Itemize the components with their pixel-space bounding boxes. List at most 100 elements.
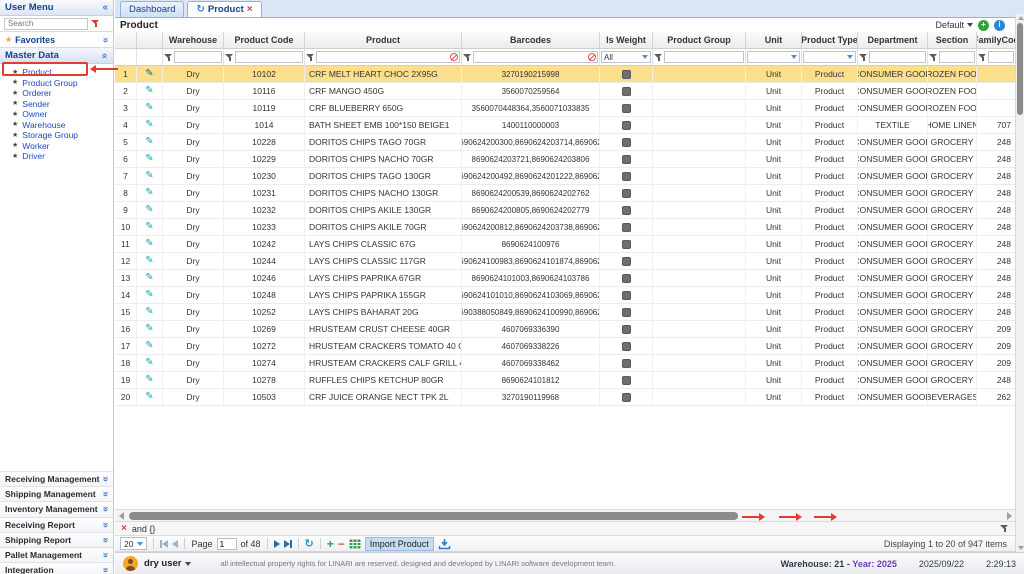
sidebar-item[interactable]: ★ Worker — [0, 141, 113, 152]
is-weight-checkbox[interactable] — [622, 189, 631, 198]
family-code-filter-input[interactable] — [988, 51, 1014, 63]
table-row[interactable]: 4 ✎ Dry 1014 BATH SHEET EMB 100*150 BEIG… — [115, 117, 1016, 134]
sidebar-item[interactable]: ★ Product — [0, 67, 113, 78]
table-row[interactable]: 12 ✎ Dry 10244 LAYS CHIPS CLASSIC 117GR … — [115, 253, 1016, 270]
edit-row-icon[interactable]: ✎ — [145, 171, 153, 181]
table-row[interactable]: 15 ✎ Dry 10252 LAYS CHIPS BAHARAT 20G 46… — [115, 304, 1016, 321]
is-weight-checkbox[interactable] — [622, 308, 631, 317]
filter-funnel-icon[interactable] — [654, 53, 663, 62]
warehouse-filter-input[interactable] — [174, 51, 222, 63]
edit-row-icon[interactable]: ✎ — [145, 137, 153, 147]
edit-row-icon[interactable]: ✎ — [145, 290, 153, 300]
col-header-family-code[interactable]: FamilyCod — [977, 32, 1016, 48]
sidebar-item[interactable]: ★ Owner — [0, 109, 113, 120]
edit-row-icon[interactable]: ✎ — [145, 324, 153, 334]
filter-funnel-icon[interactable] — [225, 53, 234, 62]
sidebar-item[interactable]: ★ Warehouse — [0, 120, 113, 131]
table-row[interactable]: 20 ✎ Dry 10503 CRF JUICE ORANGE NECT TPK… — [115, 389, 1016, 406]
accordion-header[interactable]: Inventory Management » — [0, 501, 113, 516]
import-file-icon[interactable] — [438, 538, 451, 550]
is-weight-checkbox[interactable] — [622, 155, 631, 164]
clear-filters-icon[interactable]: × — [121, 523, 127, 534]
is-weight-checkbox[interactable] — [622, 291, 631, 300]
import-product-button[interactable]: Import Product — [365, 537, 434, 551]
col-header-product-type[interactable]: Product Type — [802, 32, 858, 48]
accordion-header[interactable]: Receiving Management » — [0, 471, 113, 486]
refresh-tab-icon[interactable]: ↻ — [196, 4, 204, 15]
accordion-header[interactable]: Receiving Report » — [0, 517, 113, 532]
edit-row-icon[interactable]: ✎ — [145, 307, 153, 317]
edit-row-icon[interactable]: ✎ — [145, 120, 153, 130]
col-header-product[interactable]: Product — [305, 32, 462, 48]
edit-row-icon[interactable]: ✎ — [145, 256, 153, 266]
section-filter-input[interactable] — [939, 51, 975, 63]
edit-row-icon[interactable]: ✎ — [145, 341, 153, 351]
table-row[interactable]: 18 ✎ Dry 10274 HRUSTEAM CRACKERS CALF GR… — [115, 355, 1016, 372]
is-weight-checkbox[interactable] — [622, 206, 631, 215]
chevron-down-icon[interactable]: » — [100, 37, 110, 43]
product-group-filter-input[interactable] — [664, 51, 744, 63]
is-weight-checkbox[interactable] — [622, 342, 631, 351]
edit-row-icon[interactable]: ✎ — [145, 222, 153, 232]
edit-row-icon[interactable]: ✎ — [145, 358, 153, 368]
table-row[interactable]: 2 ✎ Dry 10116 CRF MANGO 450G 35600702595… — [115, 83, 1016, 100]
edit-row-icon[interactable]: ✎ — [145, 205, 153, 215]
user-menu-button[interactable]: dry user — [144, 558, 191, 569]
chevron-down-icon[interactable]: » — [100, 567, 110, 573]
table-row[interactable]: 16 ✎ Dry 10269 HRUSTEAM CRUST CHEESE 40G… — [115, 321, 1016, 338]
is-weight-checkbox[interactable] — [622, 172, 631, 181]
col-header-product-group[interactable]: Product Group — [653, 32, 746, 48]
sidebar-item[interactable]: ★ Storage Group — [0, 130, 113, 141]
product-filter-input[interactable] — [316, 51, 460, 63]
col-header-barcodes[interactable]: Barcodes — [462, 32, 600, 48]
clear-search-filter-icon[interactable] — [91, 19, 100, 28]
barcodes-filter-input[interactable] — [473, 51, 598, 63]
collapse-sidebar-icon[interactable]: « — [102, 3, 108, 13]
edit-row-icon[interactable]: ✎ — [145, 273, 153, 283]
scroll-down-icon[interactable] — [1018, 546, 1024, 550]
edit-row-icon[interactable]: ✎ — [145, 188, 153, 198]
edit-row-icon[interactable]: ✎ — [145, 392, 153, 402]
chevron-down-icon[interactable]: » — [100, 552, 110, 558]
scroll-right-icon[interactable] — [1007, 512, 1012, 520]
previous-page-button[interactable] — [172, 540, 178, 548]
accordion-header[interactable]: Integeration » — [0, 562, 113, 574]
table-row[interactable]: 14 ✎ Dry 10248 LAYS CHIPS PAPRIKA 155GR … — [115, 287, 1016, 304]
edit-row-icon[interactable]: ✎ — [145, 86, 153, 96]
department-filter-input[interactable] — [869, 51, 926, 63]
col-header-is-weight[interactable]: Is Weight — [600, 32, 653, 48]
is-weight-checkbox[interactable] — [622, 121, 631, 130]
user-avatar[interactable] — [123, 556, 138, 571]
master-data-header[interactable]: Master Data » — [0, 48, 113, 64]
table-row[interactable]: 13 ✎ Dry 10246 LAYS CHIPS PAPRIKA 67GR 8… — [115, 270, 1016, 287]
chevron-down-icon[interactable]: » — [100, 522, 110, 528]
tab-product[interactable]: ↻ Product × — [187, 1, 261, 17]
product-type-filter-select[interactable] — [803, 51, 856, 63]
edit-row-icon[interactable]: ✎ — [145, 239, 153, 249]
favorites-header[interactable]: ★ Favorites » — [0, 32, 113, 48]
clear-filter-icon[interactable] — [588, 53, 596, 61]
first-page-button[interactable] — [160, 540, 168, 548]
scroll-up-icon[interactable] — [1018, 16, 1024, 20]
is-weight-filter-select[interactable]: All — [601, 51, 651, 63]
is-weight-checkbox[interactable] — [622, 359, 631, 368]
table-row[interactable]: 19 ✎ Dry 10278 RUFFLES CHIPS KETCHUP 80G… — [115, 372, 1016, 389]
horizontal-scrollbar[interactable] — [115, 509, 1016, 521]
col-header-warehouse[interactable]: Warehouse — [163, 32, 224, 48]
accordion-header[interactable]: Shipping Management » — [0, 486, 113, 501]
filter-funnel-icon[interactable] — [859, 53, 868, 62]
table-row[interactable]: 10 ✎ Dry 10233 DORITOS CHIPS AKILE 70GR … — [115, 219, 1016, 236]
is-weight-checkbox[interactable] — [622, 70, 631, 79]
table-row[interactable]: 5 ✎ Dry 10228 DORITOS CHIPS TAGO 70GR 86… — [115, 134, 1016, 151]
next-page-button[interactable] — [274, 540, 280, 548]
chevron-down-icon[interactable]: » — [100, 537, 110, 543]
tab-dashboard[interactable]: Dashboard — [120, 1, 184, 17]
is-weight-checkbox[interactable] — [622, 393, 631, 402]
chevron-down-icon[interactable]: » — [100, 507, 110, 513]
edit-row-icon[interactable]: ✎ — [145, 103, 153, 113]
info-button[interactable]: i — [994, 20, 1005, 31]
filter-funnel-icon[interactable] — [463, 53, 472, 62]
is-weight-checkbox[interactable] — [622, 240, 631, 249]
col-header-section[interactable]: Section — [928, 32, 977, 48]
page-number-input[interactable] — [217, 538, 237, 550]
